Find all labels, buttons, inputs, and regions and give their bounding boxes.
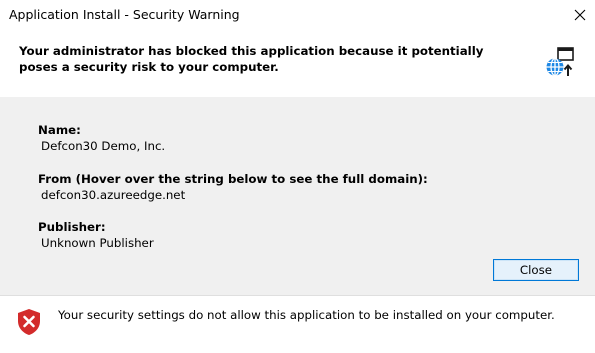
name-value: Defcon30 Demo, Inc.	[41, 139, 166, 153]
details-panel: Name: Defcon30 Demo, Inc. From (Hover ov…	[0, 97, 595, 295]
name-field: Name: Defcon30 Demo, Inc.	[38, 122, 165, 154]
warning-message: Your administrator has blocked this appl…	[19, 44, 484, 74]
footer-message: Your security settings do not allow this…	[58, 308, 555, 322]
warning-header: Your administrator has blocked this appl…	[0, 30, 595, 97]
close-icon	[574, 9, 586, 21]
globe-install-icon	[546, 47, 574, 77]
close-button[interactable]: Close	[493, 259, 579, 281]
publisher-field: Publisher: Unknown Publisher	[38, 219, 154, 251]
publisher-value: Unknown Publisher	[41, 236, 154, 250]
from-label: From (Hover over the string below to see…	[38, 172, 428, 186]
publisher-label: Publisher:	[38, 220, 106, 234]
from-value[interactable]: defcon30.azureedge.net	[38, 187, 428, 203]
shield-error-icon	[18, 309, 40, 335]
window-close-button[interactable]	[565, 0, 595, 30]
status-footer: Your security settings do not allow this…	[0, 296, 595, 353]
window-title: Application Install - Security Warning	[9, 7, 240, 22]
name-label: Name:	[38, 123, 81, 137]
title-bar: Application Install - Security Warning	[0, 0, 595, 30]
from-field: From (Hover over the string below to see…	[38, 171, 428, 203]
